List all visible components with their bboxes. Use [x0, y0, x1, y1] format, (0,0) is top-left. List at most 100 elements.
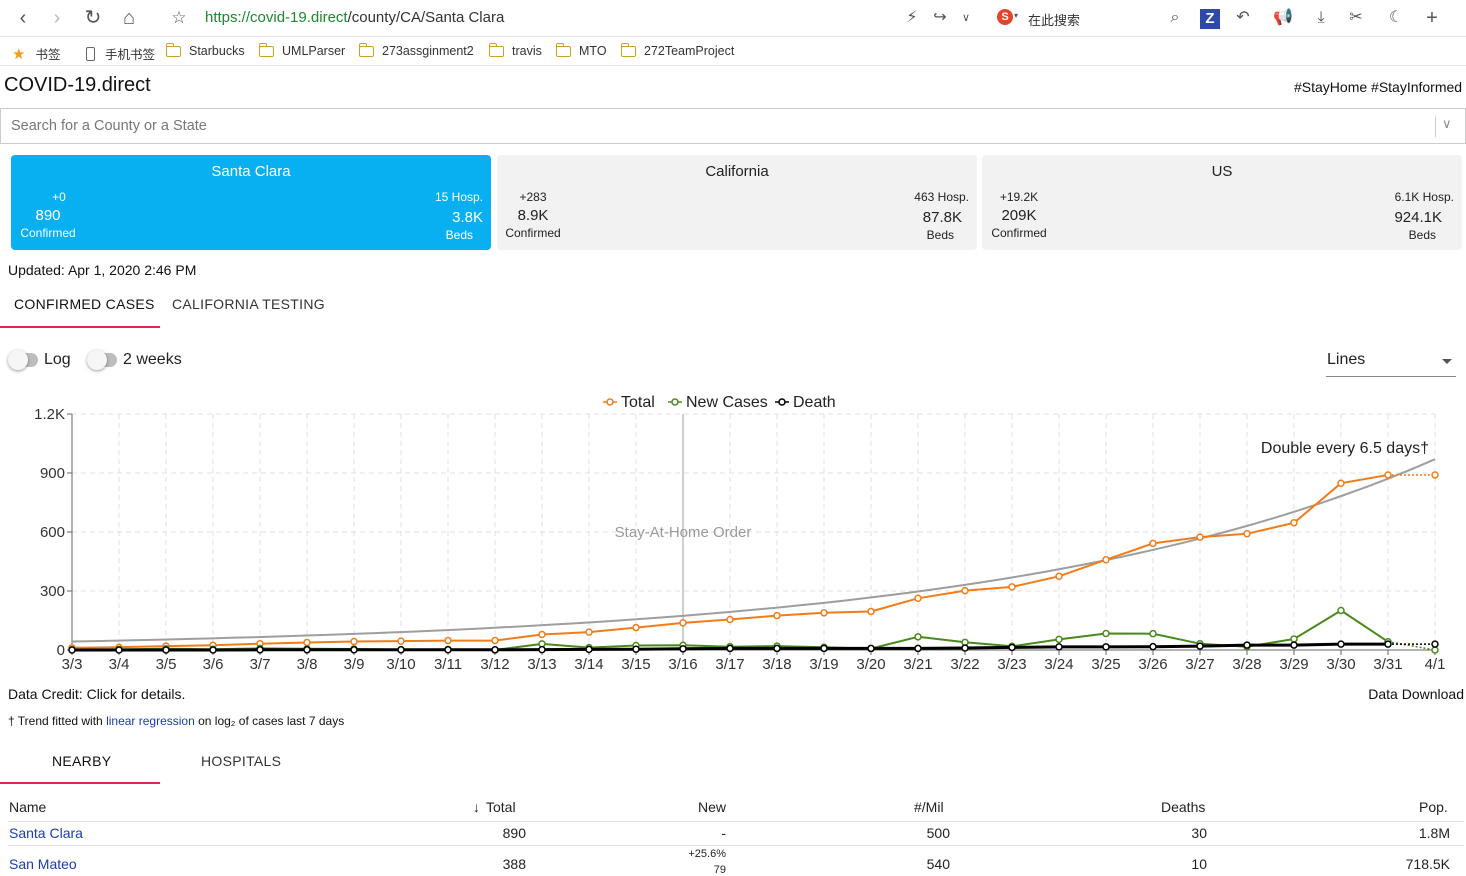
column-header-total[interactable]: ↓ Total: [473, 799, 516, 815]
data-point: [961, 644, 969, 652]
x-tick-label: 3/21: [903, 656, 932, 673]
address-bar[interactable]: https://covid-19.direct/county/CA/Santa …: [205, 9, 504, 26]
bookmark-item-mto[interactable]: MTO: [555, 42, 607, 58]
forward-icon[interactable]: ›: [44, 6, 70, 30]
tab-indicator: [0, 782, 160, 784]
data-credit-link[interactable]: Data Credit: Click for details.: [8, 686, 185, 702]
bookmark-star-icon[interactable]: ☆: [166, 6, 192, 30]
lightning-icon[interactable]: ⚡: [902, 8, 922, 28]
data-point: [397, 637, 405, 645]
bookmark-item-travis[interactable]: travis: [488, 42, 542, 58]
column-header-per-mil[interactable]: #/Mil: [914, 799, 944, 815]
data-point: [1431, 471, 1439, 479]
search-icon[interactable]: ⌕: [1165, 8, 1185, 28]
card-delta: +0: [52, 190, 66, 204]
search-engine-dropdown-icon[interactable]: ▾: [1014, 11, 1018, 20]
row-total: 388: [502, 856, 526, 872]
phone-icon: [86, 46, 95, 61]
data-point: [444, 646, 452, 654]
column-header-name[interactable]: Name: [9, 799, 46, 815]
data-point: [1196, 533, 1204, 541]
card-hosp: 15 Hosp.: [434, 190, 483, 204]
tab-hospitals[interactable]: HOSPITALS: [201, 753, 281, 769]
tagline: #StayHome #StayInformed: [1294, 79, 1463, 95]
bookmark-item-bookmarks[interactable]: ★ 书签: [12, 44, 60, 63]
x-tick-label: 4/1: [1425, 656, 1446, 673]
data-point: [538, 630, 546, 639]
data-point: [256, 646, 264, 654]
x-tick-label: 3/8: [297, 656, 318, 673]
card-name: California: [705, 163, 769, 180]
folder-icon: [620, 42, 636, 57]
tab-indicator: [0, 326, 160, 328]
bookmark-item-umlparser[interactable]: UMLParser: [258, 42, 346, 58]
url-path: /county/CA/Santa Clara: [347, 9, 505, 26]
browser-search-input[interactable]: 在此搜索: [1028, 10, 1080, 29]
x-tick-label: 3/17: [715, 656, 744, 673]
search-engine-icon[interactable]: S: [997, 9, 1013, 25]
url-host: covid-19.direct: [250, 9, 348, 26]
data-point: [1290, 641, 1298, 649]
column-header-new[interactable]: New: [698, 799, 726, 815]
row-name[interactable]: Santa Clara: [9, 825, 83, 841]
tab-nearby[interactable]: NEARBY: [52, 753, 111, 769]
card-county[interactable]: Santa Clara +0 890 Confirmed 15 Hosp. 3.…: [11, 155, 491, 250]
bookmark-label: MTO: [579, 44, 607, 58]
bookmark-item-273assginment2[interactable]: 273assginment2: [358, 42, 474, 58]
column-header-deaths[interactable]: Deaths: [1161, 799, 1205, 815]
data-point: [68, 646, 76, 654]
data-point: [115, 646, 123, 654]
undo-icon[interactable]: ↶: [1233, 8, 1253, 28]
column-header-label: Total: [486, 799, 516, 815]
data-point: [961, 586, 969, 595]
data-point: [350, 646, 358, 654]
log-toggle-label: Log: [44, 351, 71, 368]
megaphone-icon[interactable]: 📢: [1273, 8, 1293, 28]
row-deaths: 30: [1191, 825, 1207, 841]
reload-icon[interactable]: ↻: [80, 6, 106, 30]
column-header-pop[interactable]: Pop.: [1419, 799, 1448, 815]
card-country[interactable]: US +19.2K 209K Confirmed 6.1K Hosp. 924.…: [982, 155, 1462, 250]
scissors-icon[interactable]: ✂: [1346, 8, 1366, 28]
bookmark-item-272teamproject[interactable]: 272TeamProject: [620, 42, 734, 58]
bookmark-label: UMLParser: [282, 44, 346, 58]
new-tab-icon[interactable]: +: [1422, 8, 1442, 28]
back-icon[interactable]: ‹: [10, 6, 36, 30]
log-toggle[interactable]: [8, 350, 38, 370]
download-icon[interactable]: ⤓: [1311, 8, 1331, 28]
location-search-input[interactable]: [11, 118, 1411, 134]
chevron-down-icon[interactable]: ∨: [956, 8, 976, 28]
home-icon[interactable]: ⌂: [116, 6, 142, 30]
chevron-down-icon[interactable]: ∨: [1442, 116, 1452, 132]
row-per-mil: 500: [926, 825, 950, 841]
linear-regression-link[interactable]: linear regression: [106, 714, 195, 728]
share-icon[interactable]: ↪: [930, 8, 950, 28]
bookmark-item-mobile[interactable]: 手机书签: [86, 44, 155, 63]
cases-chart[interactable]: 03006009001.2K3/3 3/4 3/5 3/6 3/7 3/8 3/9 3/10 3…: [0, 385, 1466, 675]
bookmarks-bar: ★ 书签 手机书签 Starbucks UMLParser 273assginme…: [0, 38, 1466, 66]
folder-icon: [488, 42, 504, 57]
night-mode-icon[interactable]: ☾: [1386, 8, 1406, 28]
data-download-link[interactable]: Data Download: [1368, 686, 1464, 702]
data-point: [538, 645, 546, 654]
data-point: [1196, 642, 1204, 650]
bookmark-item-starbucks[interactable]: Starbucks: [165, 42, 245, 58]
app-title[interactable]: COVID-19.direct: [4, 74, 151, 97]
card-confirmed: 209K: [1001, 207, 1037, 224]
x-tick-label: 3/24: [1044, 656, 1073, 673]
view-type-select[interactable]: Lines: [1326, 350, 1456, 377]
zotero-icon[interactable]: Z: [1200, 9, 1220, 29]
data-point: [491, 646, 499, 654]
data-point: [726, 615, 734, 624]
x-tick-label: 3/19: [809, 656, 838, 673]
row-name[interactable]: San Mateo: [9, 856, 77, 872]
data-point: [820, 644, 828, 653]
tab-state-testing[interactable]: CALIFORNIA TESTING: [172, 296, 325, 312]
two-weeks-toggle[interactable]: [87, 350, 117, 370]
card-delta: +19.2K: [999, 190, 1039, 204]
card-beds-label: Beds: [926, 228, 954, 242]
tab-confirmed-cases[interactable]: CONFIRMED CASES: [14, 296, 155, 312]
card-state[interactable]: California +283 8.9K Confirmed 463 Hosp.…: [497, 155, 977, 250]
x-tick-label: 3/9: [344, 656, 365, 673]
data-point: [1243, 530, 1251, 538]
